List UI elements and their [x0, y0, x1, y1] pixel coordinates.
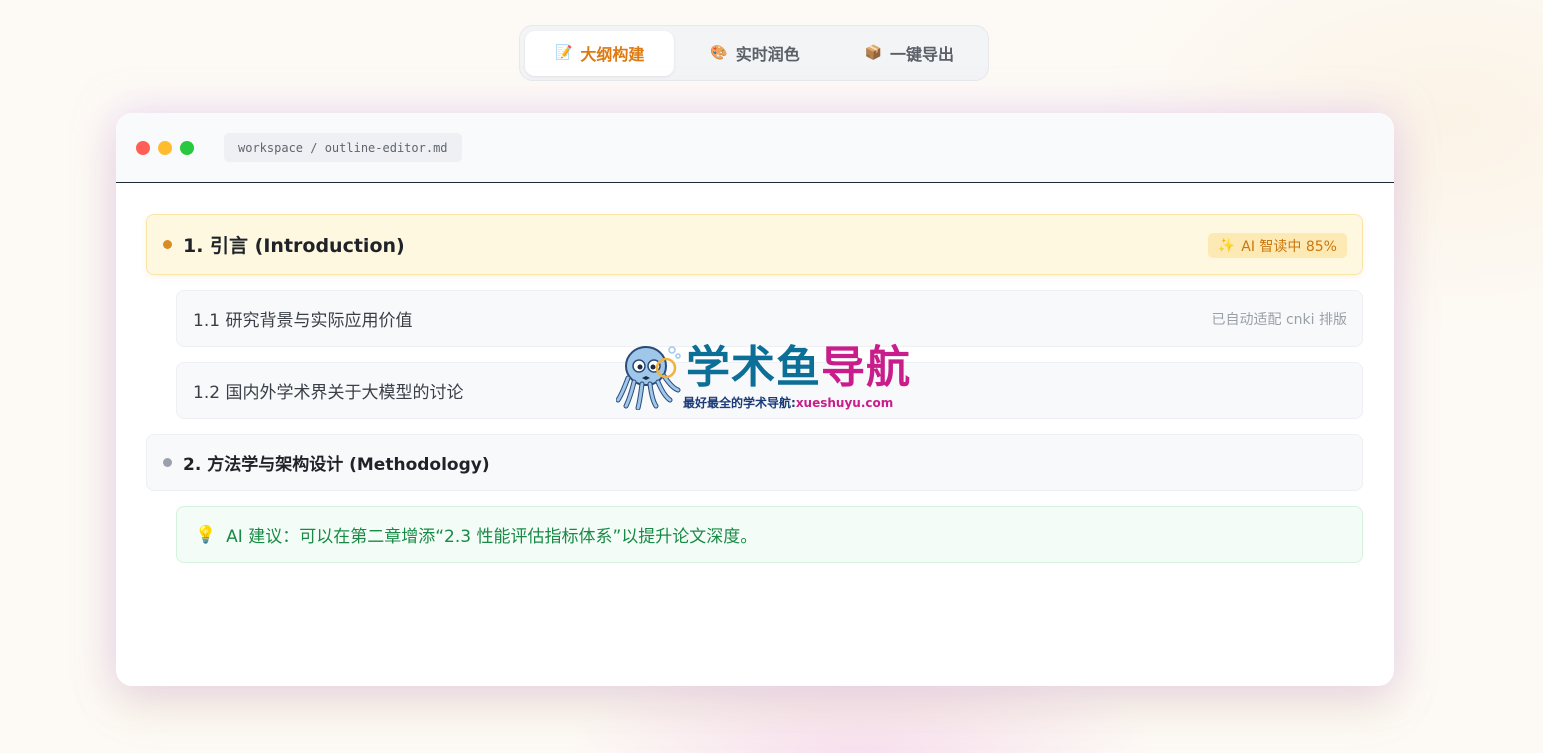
octopus-mascot-icon — [616, 346, 681, 410]
format-status-note: 已自动适配 cnki 排版 — [1211, 311, 1347, 328]
badge-label: AI 智读中 85% — [1241, 238, 1337, 255]
tab-label: 一键导出 — [890, 45, 955, 64]
outline-section-methodology[interactable]: 2. 方法学与架构设计 (Methodology) — [146, 434, 1363, 491]
suggestion-text: AI 建议：可以在第二章增添“2.3 性能评估指标体系”以提升论文深度。 — [226, 527, 758, 547]
palette-icon: 🎨 — [710, 45, 728, 61]
subsection-title: 1.1 研究背景与实际应用价值 — [193, 311, 413, 331]
maximize-window-button[interactable] — [180, 140, 194, 155]
watermark-subtitle: 最好最全的学术导航:xueshuyu.com — [683, 396, 894, 410]
subsection-title: 1.2 国内外学术界关于大模型的讨论 — [193, 383, 464, 403]
ai-reading-badge: ✨ AI 智读中 85% — [1207, 233, 1347, 258]
tab-outline-build[interactable]: 📝 大纲构建 — [525, 30, 675, 76]
close-window-button[interactable] — [136, 140, 150, 155]
sparkles-icon: ✨ — [1217, 237, 1236, 254]
lightbulb-icon: 💡 — [195, 524, 217, 545]
tab-label: 大纲构建 — [580, 45, 645, 64]
section-bullet-icon — [163, 458, 172, 467]
section-bullet-icon — [163, 240, 172, 249]
window-titlebar: workspace / outline-editor.md — [116, 113, 1394, 183]
tab-label: 实时润色 — [735, 45, 800, 64]
package-icon: 📦 — [864, 45, 883, 61]
section-title: 2. 方法学与架构设计 (Methodology) — [183, 455, 490, 475]
tab-one-click-export[interactable]: 📦 一键导出 — [836, 31, 983, 76]
watermark-logo: 学术鱼导航 最好最全的学术导航:xueshuyu.com — [616, 342, 936, 412]
outline-section-introduction[interactable]: 1. 引言 (Introduction) ✨ AI 智读中 85% — [146, 214, 1363, 275]
section-title: 1. 引言 (Introduction) — [183, 235, 405, 257]
ai-suggestion-tip: 💡 AI 建议：可以在第二章增添“2.3 性能评估指标体系”以提升论文深度。 — [176, 506, 1363, 563]
watermark-title: 学术鱼导航 — [686, 342, 911, 393]
minimize-window-button[interactable] — [158, 140, 172, 155]
memo-icon: 📝 — [554, 45, 573, 61]
outline-subsection-1-1[interactable]: 1.1 研究背景与实际应用价值 已自动适配 cnki 排版 — [176, 290, 1363, 347]
file-path-label: workspace / outline-editor.md — [224, 133, 462, 162]
mode-tab-bar: 📝 大纲构建 🎨 实时润色 📦 一键导出 — [519, 25, 989, 81]
tab-realtime-polish[interactable]: 🎨 实时润色 — [680, 31, 829, 76]
